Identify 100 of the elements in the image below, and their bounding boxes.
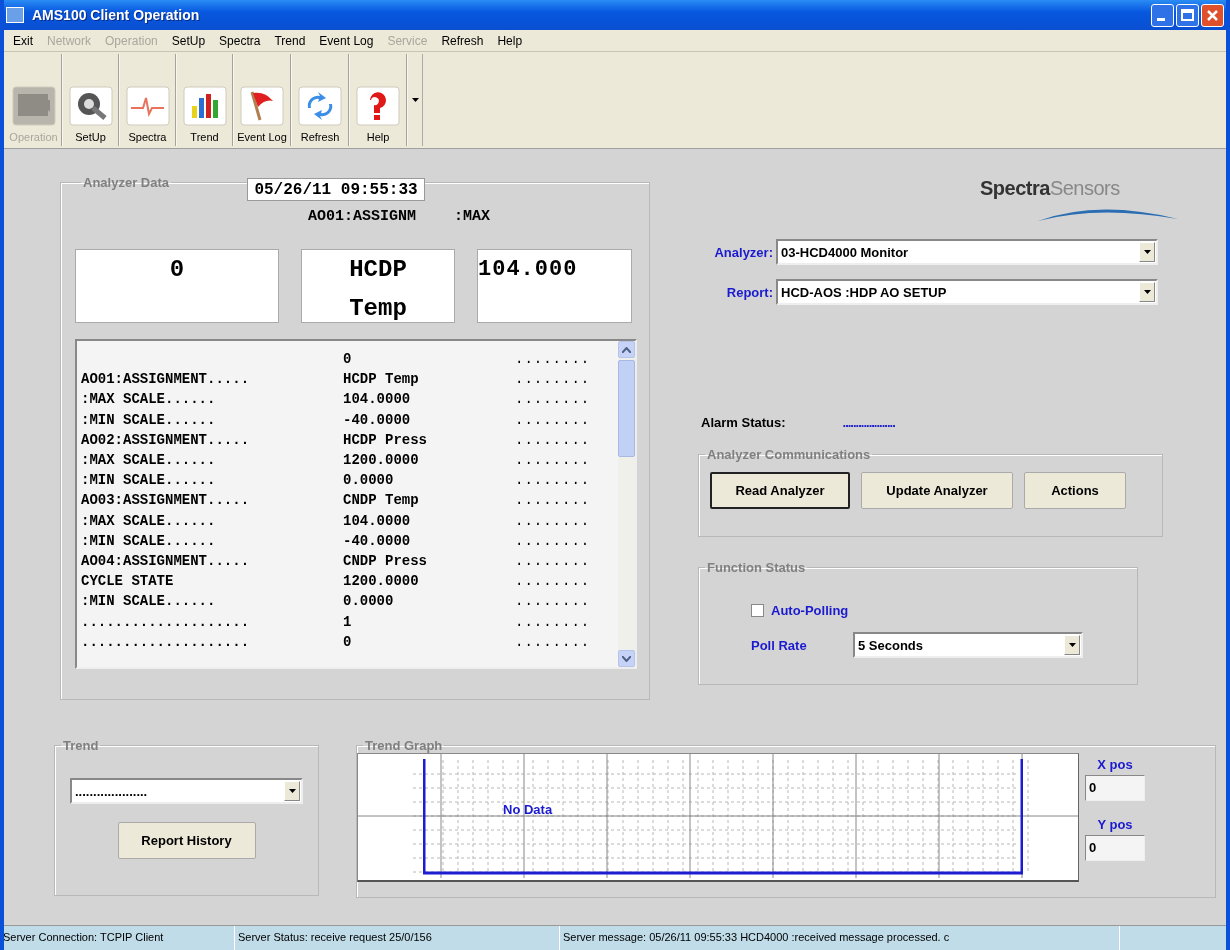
report-label: CYCLE STATE <box>81 573 175 590</box>
report-label: AO03:ASSIGNMENT..... <box>81 492 251 509</box>
value-display: 0 <box>75 249 279 323</box>
report-value: 104.0000 <box>343 391 412 408</box>
field-label: Poll Rate <box>751 637 808 653</box>
report-label: AO02:ASSIGNMENT..... <box>81 431 251 448</box>
caret-icon <box>411 98 419 102</box>
flag-icon <box>240 86 284 126</box>
caret-icon <box>1143 290 1151 294</box>
report-value: HCDP Press <box>343 431 428 448</box>
checkbox-label: Auto-Polling <box>771 603 849 618</box>
report-filler: ........ <box>515 552 591 569</box>
report-filler: ........ <box>515 371 591 388</box>
alarm-status-label: Alarm Status: <box>701 415 786 430</box>
report-value: 0 <box>343 351 353 368</box>
value-display: 104.000 <box>477 249 632 323</box>
report-value: -40.0000 <box>343 411 412 428</box>
report-filler: ........ <box>515 452 591 469</box>
report-value: HCDP Temp <box>343 371 420 388</box>
report-value: CNDP Press <box>343 552 428 569</box>
menu-item[interactable]: Refresh <box>434 33 491 48</box>
window-title: AMS100 Client Operation <box>32 7 200 23</box>
menu-item[interactable]: Exit <box>6 33 40 48</box>
machine-icon <box>11 86 56 126</box>
action-button[interactable]: Read Analyzer <box>710 472 850 509</box>
report-label: AO01:ASSIGNMENT..... <box>81 371 251 388</box>
field-label: X pos <box>1097 757 1133 772</box>
toolbar-button[interactable]: SetUp <box>63 54 120 146</box>
menu-item[interactable]: Event Log <box>312 33 381 48</box>
panel-title: Analyzer Data <box>82 175 170 190</box>
x-pos-field[interactable]: 0 <box>1085 775 1145 801</box>
report-label: :MIN SCALE...... <box>81 472 217 489</box>
report-label: :MIN SCALE...... <box>81 532 217 549</box>
panel-title: Function Status <box>706 560 807 575</box>
status-pane: Server Status: receive request 25/0/156 <box>235 926 560 950</box>
column-header: :MAX <box>454 208 491 225</box>
y-pos-field[interactable]: 0 <box>1085 835 1145 861</box>
report-value: -40.0000 <box>343 532 412 549</box>
minimize-button[interactable] <box>1151 3 1174 27</box>
report-label: AO04:ASSIGNMENT..... <box>81 552 251 569</box>
report-history-button[interactable]: Report History <box>117 822 256 859</box>
help-icon <box>356 86 400 126</box>
report-label: :MIN SCALE...... <box>81 411 217 428</box>
field-label: Analyzer: <box>713 244 773 260</box>
toolbar-button[interactable]: Help <box>350 54 408 146</box>
caret-icon <box>1143 250 1151 254</box>
report-filler: ........ <box>515 472 591 489</box>
caret-icon <box>288 789 296 793</box>
panel-title: Trend <box>62 738 100 753</box>
report-label: :MAX SCALE...... <box>81 391 217 408</box>
report-filler: ........ <box>515 391 591 408</box>
analyzer-dropdown[interactable]: 03-HCD4000 Monitor <box>776 239 1158 265</box>
no-data-label: No Data <box>503 802 553 817</box>
report-label: :MAX SCALE...... <box>81 512 217 529</box>
report-value: 104.0000 <box>343 512 412 529</box>
close-button[interactable] <box>1201 3 1224 27</box>
report-filler: ........ <box>515 492 591 509</box>
app-icon <box>6 7 24 23</box>
report-filler: ........ <box>515 532 591 549</box>
report-label: :MIN SCALE...... <box>81 593 217 610</box>
report-filler: ........ <box>515 512 591 529</box>
menu-item[interactable]: Help <box>490 33 530 48</box>
report-value: 0 <box>343 633 353 650</box>
report-filler: ........ <box>515 593 591 610</box>
company-logo: SpectraSensors <box>980 175 1180 227</box>
field-label: Report: <box>725 284 773 300</box>
toolbar-button[interactable]: Spectra <box>120 54 177 146</box>
report-label: :MAX SCALE...... <box>81 452 217 469</box>
report-dropdown[interactable]: HCD-AOS :HDP AO SETUP <box>776 279 1158 305</box>
menu-item[interactable]: Trend <box>267 33 313 48</box>
status-pane: Server Connection: TCPIP Client <box>4 926 235 950</box>
report-filler: ........ <box>515 613 591 630</box>
trend-dropdown[interactable]: .................... <box>70 778 303 804</box>
menu-item[interactable]: SetUp <box>164 33 213 48</box>
scrollbar[interactable] <box>618 341 635 667</box>
toolbar-button[interactable]: Refresh <box>292 54 350 146</box>
report-filler: ........ <box>515 633 591 650</box>
report-label: .................... <box>81 613 251 630</box>
poll-rate-dropdown[interactable]: 5 Seconds <box>853 632 1083 658</box>
refresh-icon <box>298 86 342 126</box>
checkbox[interactable] <box>751 604 764 617</box>
report-value: 0.0000 <box>343 593 395 610</box>
menu-item[interactable]: Spectra <box>212 33 268 48</box>
toolbar-button[interactable]: Trend <box>177 54 234 146</box>
caret-icon <box>1068 643 1076 647</box>
toolbar-button[interactable]: Event Log <box>234 54 292 146</box>
timestamp-field: 05/26/11 09:55:33 <box>247 178 425 201</box>
status-pane: Server message: 05/26/11 09:55:33 HCD4000 :received message processed. c <box>560 926 1120 950</box>
report-filler: ........ <box>515 573 591 590</box>
action-button[interactable]: Actions <box>1024 472 1126 509</box>
alarm-status-value: .................... <box>842 415 895 430</box>
panel-title: Trend Graph <box>364 738 444 753</box>
report-value: CNDP Temp <box>343 492 420 509</box>
minimize-icon <box>1157 17 1165 21</box>
bar-chart-icon <box>182 86 227 126</box>
report-value: 1200.0000 <box>343 452 420 469</box>
field-label: Y pos <box>1097 817 1133 832</box>
action-button[interactable]: Update Analyzer <box>861 472 1013 509</box>
maximize-button[interactable] <box>1176 3 1199 27</box>
panel-title: Analyzer Communications <box>706 447 872 462</box>
